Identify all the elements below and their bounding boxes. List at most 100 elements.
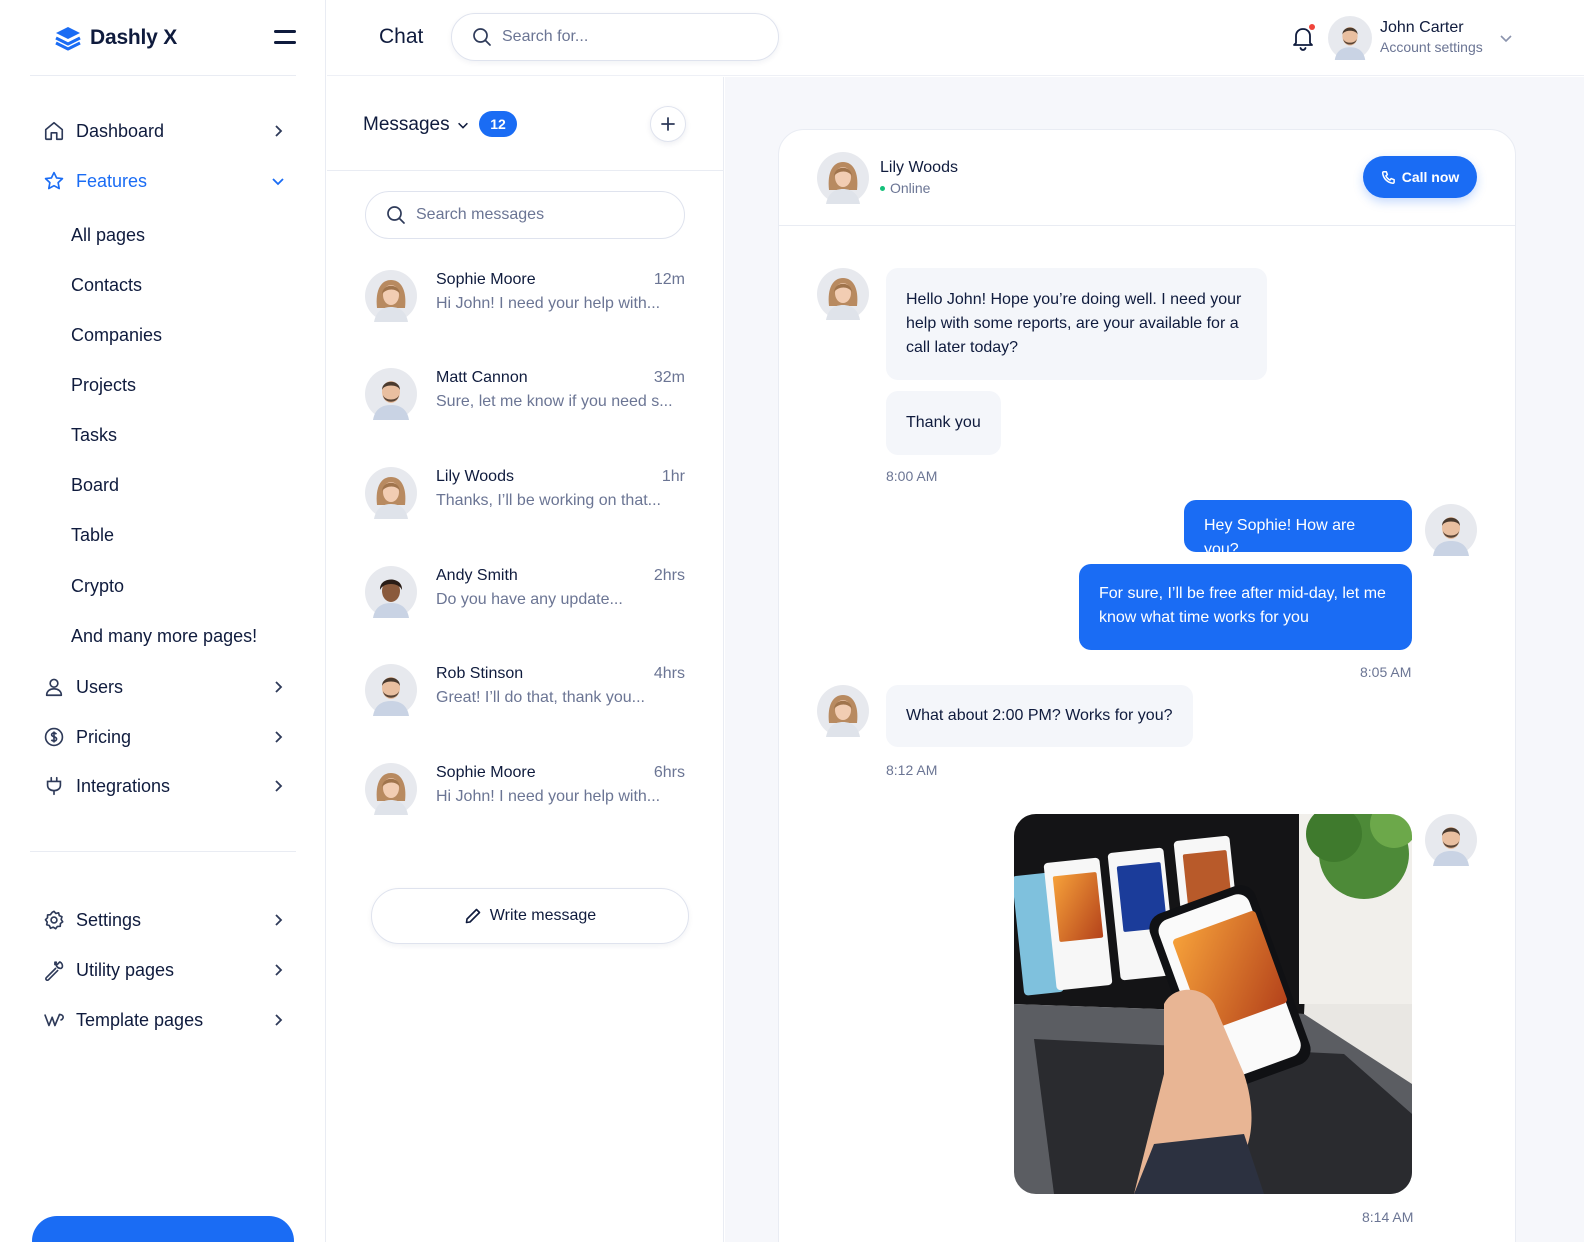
plug-icon [42, 774, 66, 798]
page-title: Chat [379, 25, 424, 48]
unread-count-badge: 12 [479, 111, 517, 137]
sidebar-item-label: Dashboard [76, 120, 165, 141]
sidebar-item-dashboard[interactable]: Dashboard [42, 113, 286, 149]
avatar [817, 152, 869, 204]
account-settings-link[interactable]: Account settings [1380, 39, 1483, 55]
sidebar-item-template-pages[interactable]: Template pages [42, 1002, 286, 1038]
logo-icon [55, 27, 81, 51]
star-icon [42, 169, 66, 193]
brand-name: Dashly X [90, 26, 178, 49]
online-indicator [880, 185, 885, 191]
conversation-preview: Hi John! I need your help with... [436, 295, 661, 312]
conversation-time: 32m [653, 369, 685, 386]
sidebar-subitem-board[interactable]: Board [71, 471, 119, 499]
conversation-name: Lily Woods [436, 468, 514, 485]
chevron-down-icon [457, 122, 468, 129]
conversation-preview: Thanks, I’ll be working on that... [436, 492, 661, 509]
outgoing-message: For sure, I’ll be free after mid-day, le… [1079, 564, 1412, 650]
divider [30, 75, 296, 76]
sidebar-item-label: Integrations [76, 775, 171, 796]
sidebar-item-features[interactable]: Features [42, 163, 286, 199]
status-text: Online [890, 180, 931, 196]
search-messages-input[interactable] [416, 206, 656, 224]
avatar [817, 685, 869, 737]
write-message-label: Write message [489, 907, 597, 924]
sidebar-item-integrations[interactable]: Integrations [42, 768, 286, 804]
call-now-button[interactable]: Call now [1363, 156, 1477, 198]
messages-search[interactable] [365, 191, 685, 239]
conversation-time: 1hr [661, 468, 685, 485]
call-now-label: Call now [1401, 169, 1460, 185]
conversation-item[interactable]: Matt Cannon 32m Sure, let me know if you… [365, 368, 687, 426]
chevron-down-icon[interactable] [1498, 30, 1514, 46]
conversation-name: Sophie Moore [436, 271, 536, 288]
avatar [1425, 814, 1477, 866]
sidebar-subitem-crypto[interactable]: Crypto [71, 572, 124, 600]
avatar [365, 566, 417, 618]
plus-icon [661, 117, 675, 131]
chevron-right-icon [275, 964, 283, 976]
sidebar-cta-button[interactable] [32, 1216, 294, 1242]
sidebar-subitem-all-pages[interactable]: All pages [71, 221, 145, 249]
sidebar-subitem-companies[interactable]: Companies [71, 321, 162, 349]
menu-toggle-icon[interactable] [274, 28, 298, 46]
message-timestamp: 8:12 AM [886, 762, 938, 778]
home-icon [42, 119, 66, 143]
conversation-item[interactable]: Lily Woods 1hr Thanks, I’ll be working o… [365, 467, 687, 525]
conversation-name: Sophie Moore [436, 764, 536, 781]
new-message-button[interactable] [650, 106, 686, 142]
sidebar-subitem-table[interactable]: Table [71, 521, 114, 549]
chevron-right-icon [275, 1014, 283, 1026]
avatar [365, 270, 417, 322]
chevron-right-icon [275, 125, 283, 137]
conversation-item[interactable]: Sophie Moore 12m Hi John! I need your he… [365, 270, 687, 328]
messages-dropdown[interactable]: Messages [363, 114, 470, 136]
notification-bell-icon[interactable] [1290, 24, 1316, 52]
conversation-time: 2hrs [653, 567, 685, 584]
sidebar-item-utility-pages[interactable]: Utility pages [42, 952, 286, 988]
sidebar-subitem-more-pages[interactable]: And many more pages! [71, 622, 257, 650]
conversation-item[interactable]: Sophie Moore 6hrs Hi John! I need your h… [365, 763, 687, 821]
message-timestamp: 8:14 AM [1362, 1209, 1414, 1225]
messages-header: Messages 12 [327, 77, 723, 171]
outgoing-message: Hey Sophie! How are you? [1184, 500, 1412, 558]
sidebar-item-label: Features [76, 170, 148, 191]
sidebar-subitem-projects[interactable]: Projects [71, 371, 136, 399]
avatar[interactable] [1328, 16, 1372, 60]
conversation-time: 12m [653, 271, 685, 288]
user-name[interactable]: John Carter [1380, 19, 1464, 37]
search-input[interactable] [502, 28, 742, 46]
global-search[interactable] [451, 13, 779, 61]
avatar [1425, 504, 1477, 556]
messages-panel: Messages 12 Sophie Moore 12m Hi John! I … [327, 77, 724, 1242]
sidebar-subitem-tasks[interactable]: Tasks [71, 421, 117, 449]
sidebar: Dashly X Dashboard Features All pages Co… [0, 0, 326, 1242]
chat-header: Lily Woods Online Call now [779, 130, 1515, 226]
conversation-item[interactable]: Rob Stinson 4hrs Great! I’ll do that, th… [365, 664, 687, 722]
write-message-button[interactable]: Write message [371, 888, 689, 944]
sidebar-item-label: Pricing [76, 726, 132, 747]
sidebar-item-users[interactable]: Users [42, 669, 286, 705]
conversation-item[interactable]: Andy Smith 2hrs Do you have any update..… [365, 566, 687, 624]
conversation-time: 4hrs [653, 665, 685, 682]
message-timestamp: 8:05 AM [1360, 664, 1412, 680]
dollar-icon [42, 725, 66, 749]
message-timestamp: 8:00 AM [886, 468, 938, 484]
gear-icon [42, 908, 66, 932]
conversation-preview: Sure, let me know if you need s... [436, 393, 673, 410]
user-icon [42, 675, 66, 699]
webflow-icon [42, 1008, 66, 1032]
chevron-right-icon [275, 681, 283, 693]
sidebar-item-pricing[interactable]: Pricing [42, 719, 286, 755]
phone-icon [1381, 170, 1395, 184]
conversation-preview: Do you have any update... [436, 591, 623, 608]
sidebar-item-label: Users [76, 676, 124, 697]
sidebar-subitem-contacts[interactable]: Contacts [71, 271, 142, 299]
photo-attachment[interactable] [1014, 814, 1412, 1194]
conversation-name: Matt Cannon [436, 369, 528, 386]
search-icon [387, 206, 405, 224]
avatar [365, 467, 417, 519]
avatar [365, 664, 417, 716]
brand[interactable]: Dashly X [54, 22, 177, 54]
sidebar-item-settings[interactable]: Settings [42, 902, 286, 938]
